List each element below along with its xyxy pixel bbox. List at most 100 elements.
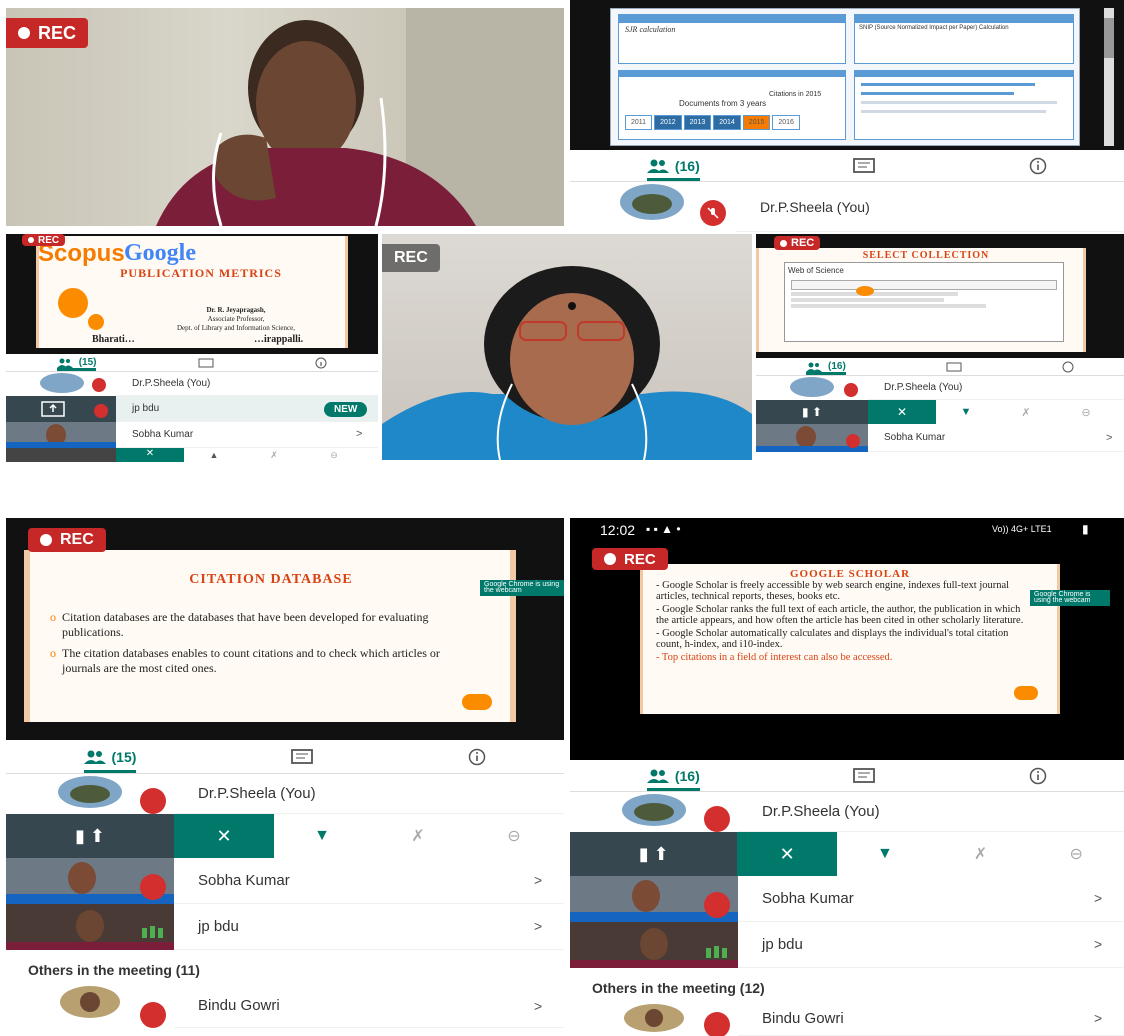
mute-icon[interactable]: ✗ [370, 826, 466, 846]
participant-name: Sobha Kumar [132, 429, 194, 440]
participant-row[interactable]: Sobha Kumar > [570, 875, 1124, 922]
tab-chat[interactable] [198, 354, 214, 371]
chevron-right-icon[interactable]: > [534, 998, 542, 1014]
year-strip: 2011 2012 2013 2014 2015 2016 [625, 115, 800, 130]
people-icon [646, 769, 669, 783]
participant-row[interactable]: Sobha Kumar > [6, 857, 564, 904]
status-time: 12:02 [600, 522, 636, 538]
share-screen-icon: ▮ ⬆ [570, 832, 738, 876]
mic-off-icon [704, 891, 730, 918]
participant-row[interactable]: Dr.P.Sheela (You) [756, 375, 1124, 400]
tab-chat[interactable] [946, 358, 962, 375]
tab-info[interactable] [1029, 150, 1047, 181]
participant-row[interactable]: Dr.P.Sheela (You) [570, 181, 1124, 232]
avatar [756, 423, 868, 452]
close-button[interactable]: ✕ [116, 448, 184, 462]
chevron-right-icon[interactable]: > [534, 918, 542, 934]
tab-info[interactable] [315, 354, 327, 371]
rec-label: REC [60, 531, 94, 548]
rec-label: REC [791, 237, 815, 249]
participant-name: jp bdu [762, 936, 803, 953]
chevron-right-icon[interactable]: > [1094, 936, 1102, 952]
chevron-right-icon[interactable]: > [1094, 1010, 1102, 1026]
avatar [570, 921, 738, 968]
participant-name: Bindu Gowri [762, 1010, 844, 1027]
panel-top-right: SJR calculation SNIP (Source Normalized … [570, 0, 1124, 232]
participant-row[interactable]: Bindu Gowri > [570, 1001, 1124, 1036]
action-bar: ▮ ⬆ ✕ ▼ ✗ ⊖ [6, 814, 564, 858]
slide-title: PUBLICATION METRICS [120, 266, 282, 280]
tab-chat[interactable] [853, 760, 876, 791]
remove-icon[interactable]: ⊖ [1056, 406, 1116, 419]
panel-bottom-right: 12:02 ▪ ▪ ▲ • Vo)) 4G+ LTE1 ▮ GOOGLE SCH… [570, 518, 1124, 1036]
presenter-inst: Bharati… [92, 334, 135, 345]
speaking-indicator [706, 945, 727, 958]
mute-icon[interactable]: ✗ [996, 406, 1056, 419]
participant-row[interactable]: Sobha Kumar > [756, 423, 1124, 452]
presenter-dept: Dept. of Library and Information Science… [177, 324, 295, 332]
share-screen-icon: ▮ ⬆ [6, 814, 174, 858]
participant-name: jp bdu [198, 918, 239, 935]
chevron-right-icon[interactable]: > [1106, 432, 1112, 444]
people-count: (15) [78, 357, 97, 368]
participant-row[interactable]: Dr.P.Sheela (You) [570, 791, 1124, 832]
pin-icon[interactable]: ▼ [936, 406, 996, 418]
mic-off-icon [140, 787, 166, 814]
tab-people[interactable]: (15) [56, 354, 97, 371]
avatar [6, 421, 116, 448]
action-bar: ▮ ⬆ ✕ ▼ ✗ ⊖ [570, 832, 1124, 876]
pin-icon[interactable]: ▼ [274, 827, 370, 845]
battery-icon: ▮ [1082, 522, 1089, 536]
bullet-text: The citation databases enables to count … [62, 646, 440, 675]
slide-title: GOOGLE SCHOLAR [789, 568, 911, 580]
participant-row[interactable]: Bindu Gowri > [6, 983, 564, 1028]
people-icon [646, 159, 669, 173]
chevron-right-icon[interactable]: > [356, 428, 362, 440]
participant-row[interactable]: Dr.P.Sheela (You) [6, 371, 378, 396]
bullet-item: o Citation databases are the databases th… [50, 610, 450, 640]
remove-icon[interactable]: ⊖ [304, 450, 364, 461]
tab-people[interactable]: (15) [83, 740, 136, 773]
mute-icon[interactable]: ✗ [933, 844, 1029, 864]
chat-icon [291, 748, 314, 764]
wos-label: Web of Science [788, 266, 844, 275]
tab-chat[interactable] [291, 740, 314, 773]
pin-icon[interactable]: ▼ [837, 845, 933, 863]
participant-row[interactable]: jp bdu > [570, 921, 1124, 968]
chevron-right-icon[interactable]: > [1094, 890, 1102, 906]
bullet-text: - Google Scholar is freely accessible by… [656, 580, 1010, 602]
tab-people[interactable]: (16) [646, 150, 700, 181]
others-heading: Others in the meeting (12) [592, 980, 765, 996]
participant-row[interactable]: jp bdu > [6, 903, 564, 950]
pin-icon[interactable]: ▲ [184, 450, 244, 460]
mute-icon[interactable]: ✗ [244, 450, 304, 461]
panel-bottom-left: CITATION DATABASE o Citation databases ar… [6, 518, 564, 1036]
bullet-text: - Google Scholar automatically calculate… [656, 628, 1009, 650]
remove-icon[interactable]: ⊖ [1028, 844, 1124, 864]
chevron-right-icon[interactable]: > [534, 872, 542, 888]
tab-people[interactable]: (16) [806, 358, 846, 375]
mic-off-icon [844, 382, 858, 397]
participant-row[interactable]: Sobha Kumar > [6, 421, 378, 448]
bullet-text: - Top citations in a field of interest c… [656, 652, 893, 663]
tab-info[interactable] [1062, 358, 1074, 375]
slide-title: CITATION DATABASE [189, 572, 353, 587]
tab-chat[interactable] [853, 150, 876, 181]
status-network: Vo)) 4G+ LTE1 [992, 524, 1052, 534]
tab-people[interactable]: (16) [646, 760, 700, 791]
close-button[interactable]: ✕ [737, 832, 838, 876]
snip-box-title: SNIP (Source Normalized Impact per Paper… [859, 25, 1009, 31]
share-screen-icon: ▮ ⬆ [756, 400, 868, 424]
rec-indicator: REC [28, 528, 106, 552]
close-button[interactable]: ✕ [174, 814, 274, 858]
tab-info[interactable] [1029, 760, 1047, 791]
close-button[interactable]: ✕ [868, 400, 936, 424]
participant-row[interactable]: Dr.P.Sheela (You) [6, 773, 564, 814]
participant-row[interactable]: jp bdu NEW [6, 395, 378, 422]
scrollbar[interactable] [1104, 8, 1114, 146]
remove-icon[interactable]: ⊖ [466, 826, 562, 846]
participant-name: Sobha Kumar [198, 872, 290, 889]
tab-info[interactable] [468, 740, 486, 773]
presenter-name: Dr. R. Jeyapragash, [206, 306, 266, 314]
avatar [6, 773, 174, 814]
